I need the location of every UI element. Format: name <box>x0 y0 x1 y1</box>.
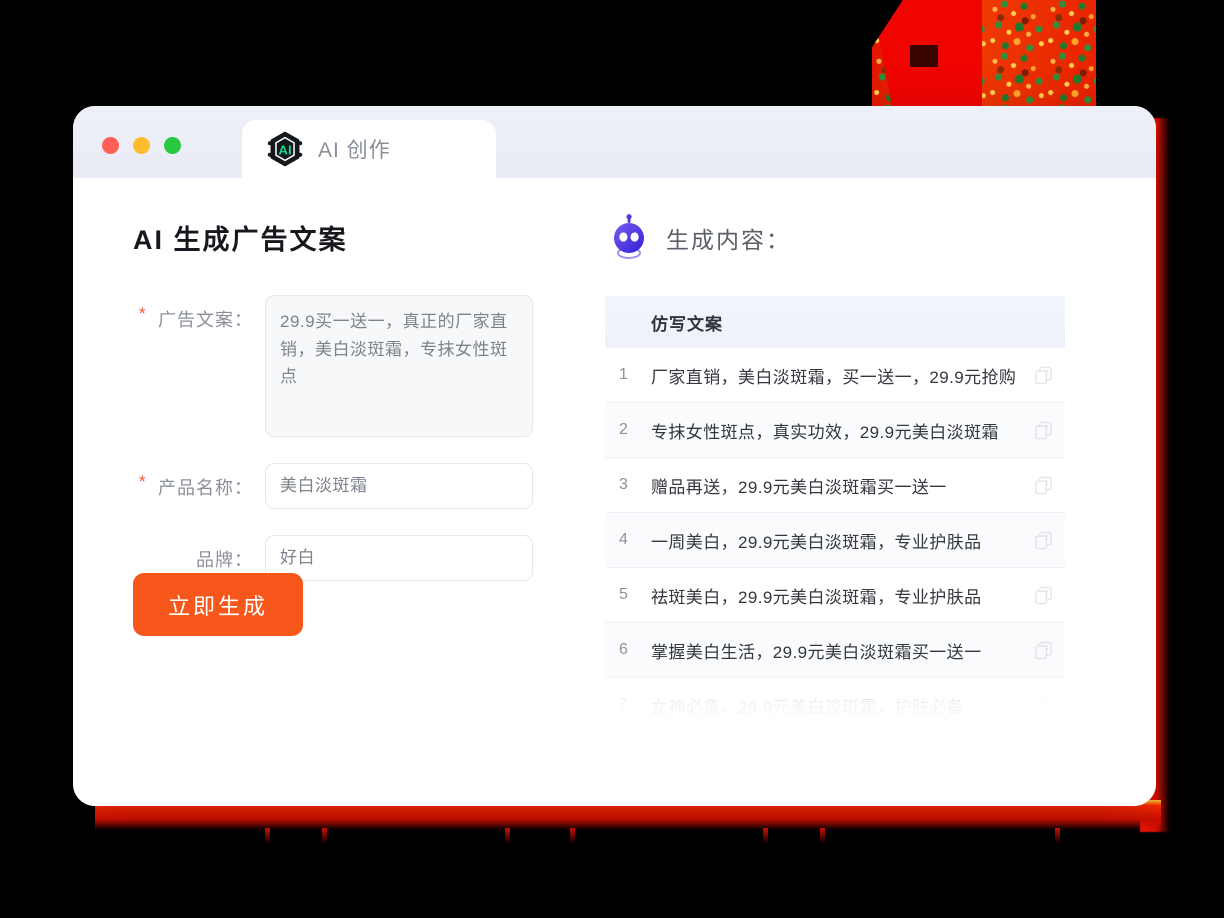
window-body: AI 生成广告文案 * 广告文案： 29.9买一送一，真正的厂家直销，美白淡斑霜… <box>73 178 1156 806</box>
field-label-text: 广告文案： <box>158 310 253 330</box>
glow-drip <box>820 828 825 844</box>
row-copy-text: 女神必备，29.9元美白淡斑霜，护肤必备 <box>651 697 965 717</box>
glow-drip <box>322 828 327 844</box>
row-index: 5 <box>619 586 628 603</box>
row-index: 1 <box>619 366 628 383</box>
result-title: 生成内容： <box>666 227 791 253</box>
robot-icon <box>614 214 644 259</box>
result-panel: 生成内容： 仿写文案 1 厂家直销，美白淡斑霜，买一送一，29.9元抢购 2 专… <box>593 178 1156 806</box>
app-window: AI AI 创作 AI 生成广告文案 * 广告文案： 29.9买一送一，真正的厂… <box>73 106 1156 806</box>
traffic-lights <box>102 137 181 154</box>
table-row[interactable]: 2 专抹女性斑点，真实功效，29.9元美白淡斑霜 <box>605 403 1065 458</box>
row-index: 6 <box>619 641 628 658</box>
table-row[interactable]: 4 一周美白，29.9元美白淡斑霜，专业护肤品 <box>605 513 1065 568</box>
row-index: 7 <box>619 696 628 713</box>
decorative-red-graphic <box>872 0 1096 118</box>
result-header: 生成内容： <box>605 214 1101 262</box>
glow-drip <box>1055 828 1060 844</box>
row-copy-text: 厂家直销，美白淡斑霜，买一送一，29.9元抢购 <box>651 367 1017 387</box>
svg-text:AI: AI <box>278 143 291 158</box>
glow-drip <box>763 828 768 844</box>
close-icon[interactable] <box>102 137 119 154</box>
ai-logo-icon: AI <box>267 131 303 167</box>
maximize-icon[interactable] <box>164 137 181 154</box>
copy-icon[interactable] <box>1034 421 1053 440</box>
row-copy-text: 专抹女性斑点，真实功效，29.9元美白淡斑霜 <box>651 422 999 442</box>
field-label-brand: 品牌： <box>133 535 265 572</box>
field-label-product-name: * 产品名称： <box>133 463 265 500</box>
copy-icon[interactable] <box>1034 476 1053 495</box>
copy-icon[interactable] <box>1034 586 1053 605</box>
row-index: 4 <box>619 531 628 548</box>
row-copy-text: 掌握美白生活，29.9元美白淡斑霜买一送一 <box>651 642 982 662</box>
row-copy-text: 赠品再送，29.9元美白淡斑霜买一送一 <box>651 477 947 497</box>
table-column-header: 仿写文案 <box>605 296 1065 348</box>
table-row[interactable]: 6 掌握美白生活，29.9元美白淡斑霜买一送一 <box>605 623 1065 678</box>
table-row[interactable]: 5 祛斑美白，29.9元美白淡斑霜，专业护肤品 <box>605 568 1065 623</box>
row-index: 2 <box>619 421 628 438</box>
minimize-icon[interactable] <box>133 137 150 154</box>
table-row[interactable]: 1 厂家直销，美白淡斑霜，买一送一，29.9元抢购 <box>605 348 1065 403</box>
row-copy-text: 一周美白，29.9元美白淡斑霜，专业护肤品 <box>651 532 982 552</box>
ad-copy-textarea[interactable]: 29.9买一送一，真正的厂家直销，美白淡斑霜，专抹女性斑点 <box>265 295 533 437</box>
table-row[interactable]: 7 女神必备，29.9元美白淡斑霜，护肤必备 <box>605 678 1065 733</box>
row-index: 3 <box>619 476 628 493</box>
table-row[interactable]: 3 赠品再送，29.9元美白淡斑霜买一送一 <box>605 458 1065 513</box>
form-panel: AI 生成广告文案 * 广告文案： 29.9买一送一，真正的厂家直销，美白淡斑霜… <box>73 178 593 806</box>
copy-icon[interactable] <box>1034 531 1053 550</box>
screenshot-stage: AI AI 创作 AI 生成广告文案 * 广告文案： 29.9买一送一，真正的厂… <box>0 0 1224 918</box>
field-label-text: 品牌： <box>196 550 253 570</box>
tab-label: AI 创作 <box>318 139 391 162</box>
glow-drip <box>505 828 510 844</box>
result-table: 仿写文案 1 厂家直销，美白淡斑霜，买一送一，29.9元抢购 2 专抹女性斑点，… <box>605 296 1065 733</box>
required-star-icon: * <box>139 304 147 323</box>
page-title: AI 生成广告文案 <box>133 225 348 255</box>
copy-icon[interactable] <box>1034 366 1053 385</box>
decorative-square <box>910 45 938 67</box>
form-row-ad-copy: * 广告文案： 29.9买一送一，真正的厂家直销，美白淡斑霜，专抹女性斑点 <box>133 295 593 437</box>
form-row-product-name: * 产品名称： 美白淡斑霜 <box>133 463 593 509</box>
generate-button[interactable]: 立即生成 <box>133 573 303 636</box>
brand-input[interactable]: 好白 <box>265 535 533 581</box>
copy-icon[interactable] <box>1034 696 1053 715</box>
glow-drip <box>570 828 575 844</box>
required-star-icon: * <box>139 472 147 491</box>
product-name-input[interactable]: 美白淡斑霜 <box>265 463 533 509</box>
field-label-text: 产品名称： <box>158 478 253 498</box>
tab-ai-creation[interactable]: AI AI 创作 <box>242 120 496 178</box>
field-label-ad-copy: * 广告文案： <box>133 295 265 332</box>
copy-icon[interactable] <box>1034 641 1053 660</box>
row-copy-text: 祛斑美白，29.9元美白淡斑霜，专业护肤品 <box>651 587 982 607</box>
glow-drip <box>265 828 270 844</box>
window-titlebar: AI AI 创作 <box>73 106 1156 178</box>
